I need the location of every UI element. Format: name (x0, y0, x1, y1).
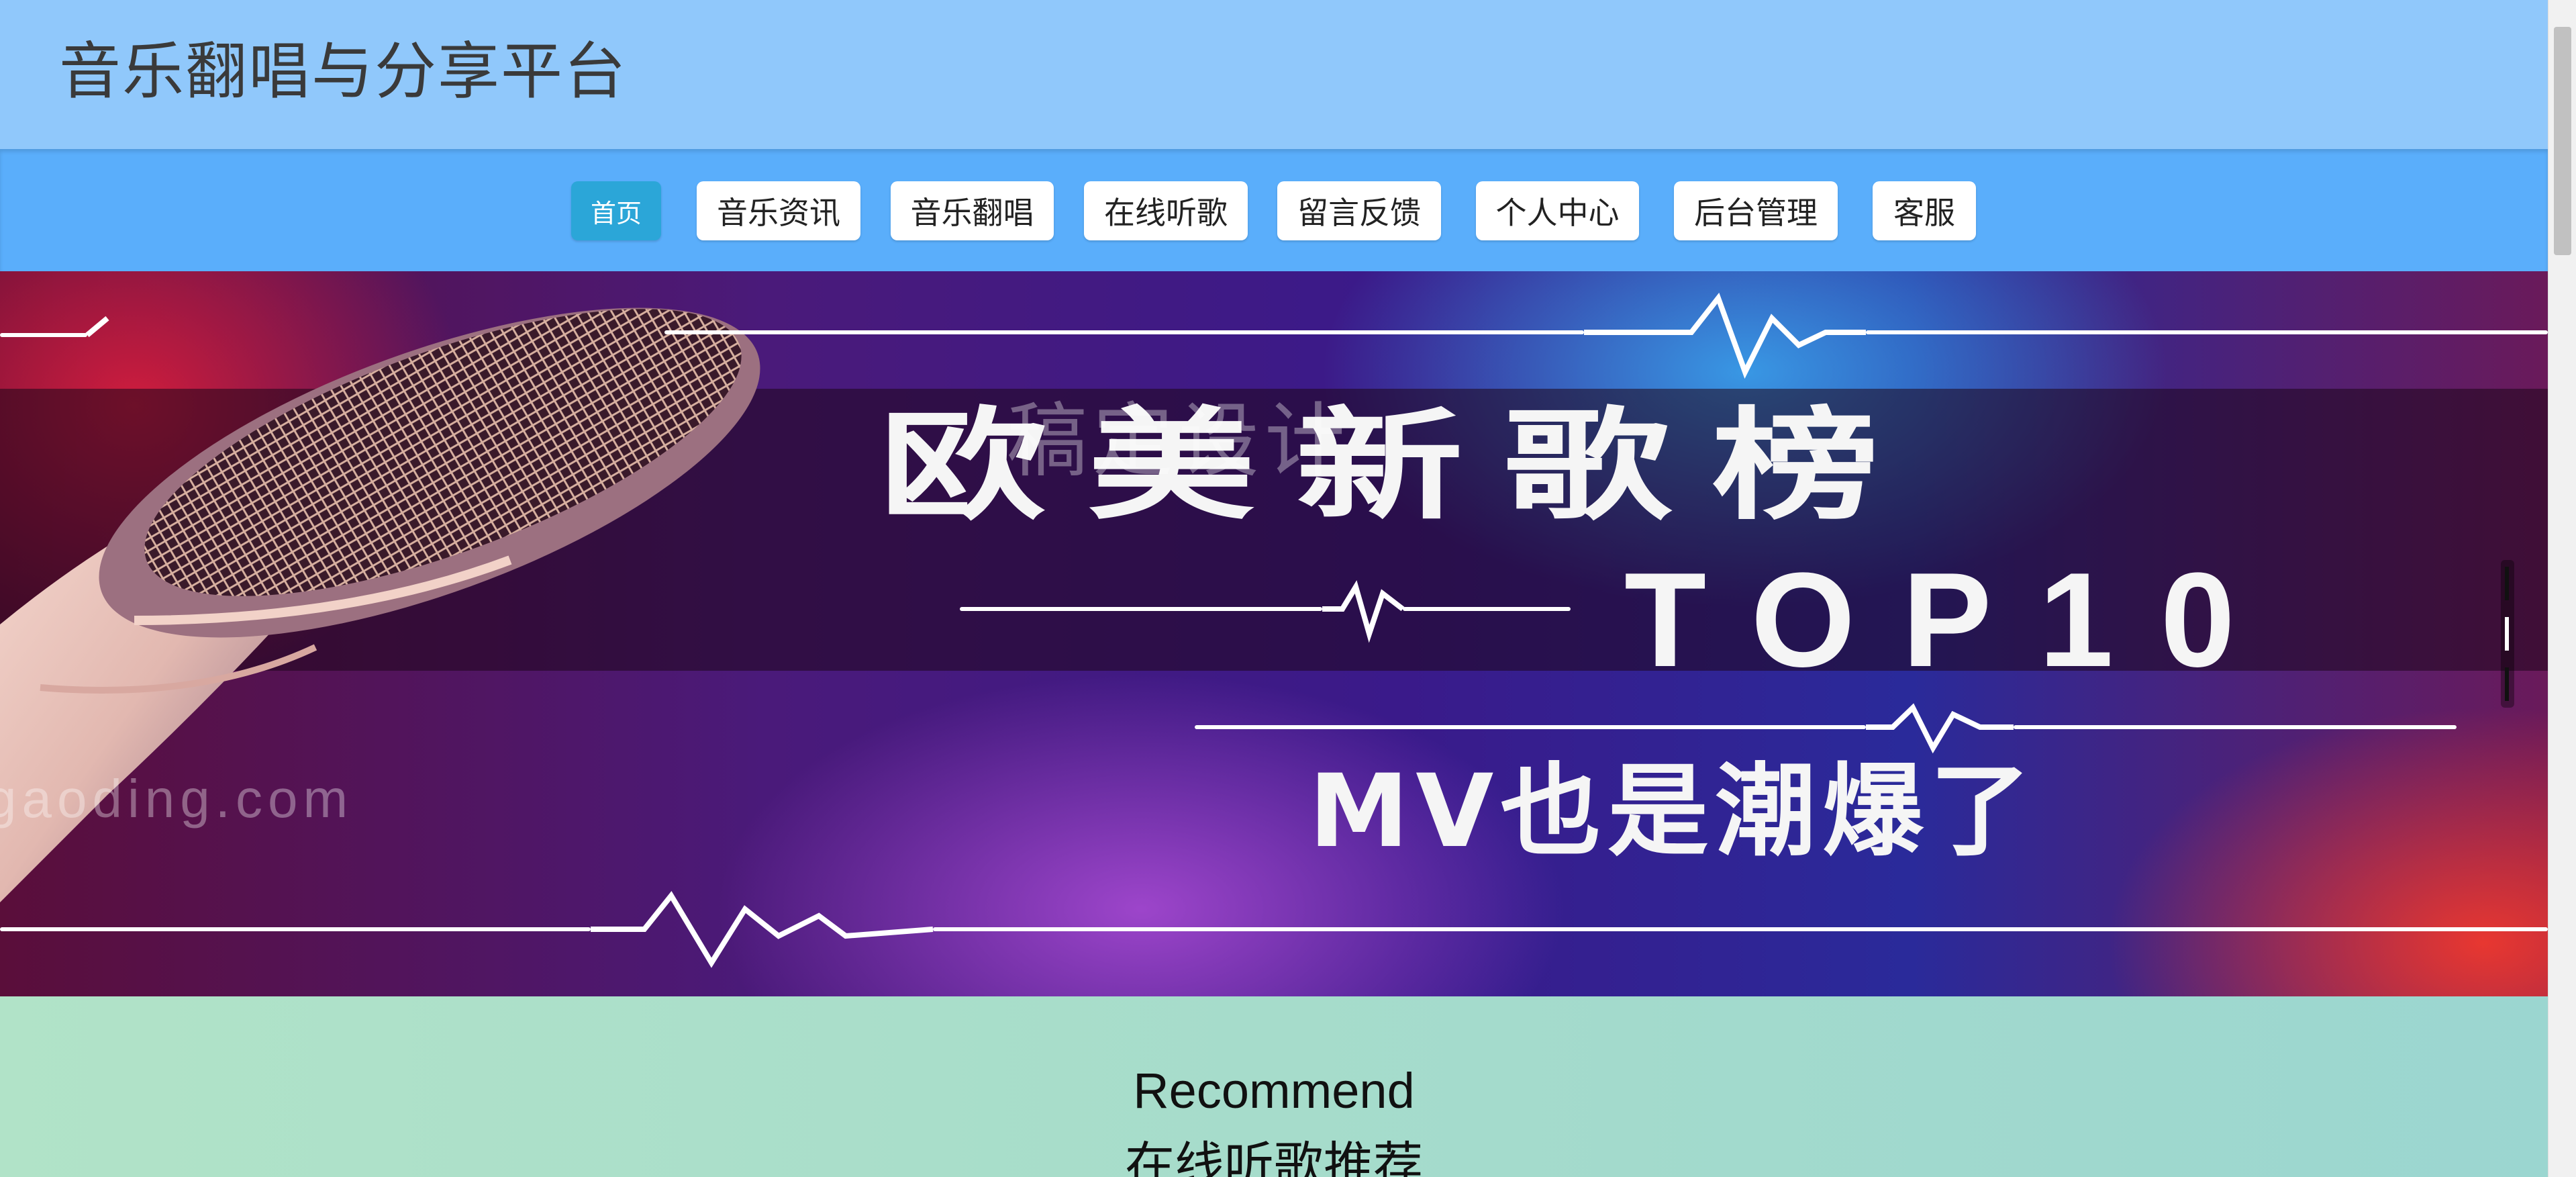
section-title-en: Recommend (1133, 1063, 1415, 1119)
scrollbar-thumb[interactable] (2554, 27, 2571, 255)
nav-item-music-cover[interactable]: 音乐翻唱 (891, 181, 1054, 240)
section-title-cn: 在线听歌推荐 (1125, 1137, 1423, 1177)
banner-watermark: gaoding.com (0, 769, 354, 829)
nav-item-feedback[interactable]: 留言反馈 (1277, 181, 1441, 240)
nav-item-admin[interactable]: 后台管理 (1674, 181, 1838, 240)
vertical-scrollbar[interactable] (2548, 0, 2576, 1177)
banner-subtitle: MV也是潮爆了 (1309, 753, 2038, 870)
carousel-indicators[interactable] (2501, 560, 2514, 708)
banner-carousel[interactable]: 欧美新歌榜 TOP10 MV也是潮爆了 gaoding.com 稿定设计 (0, 271, 2548, 996)
nav-item-customer-service[interactable]: 客服 (1873, 181, 1976, 240)
banner-watermark-cn: 稿定设计 (1007, 396, 1350, 486)
site-header: 音乐翻唱与分享平台 (0, 0, 2548, 149)
nav-bar: 首页 音乐资讯 音乐翻唱 在线听歌 留言反馈 个人中心 后台管理 客服 (0, 149, 2548, 271)
nav-list: 首页 音乐资讯 音乐翻唱 在线听歌 留言反馈 个人中心 后台管理 客服 (0, 149, 2548, 271)
nav-item-online-listen[interactable]: 在线听歌 (1084, 181, 1248, 240)
page: 音乐翻唱与分享平台 首页 音乐资讯 音乐翻唱 在线听歌 留言反馈 个人中心 后台… (0, 0, 2548, 1177)
nav-item-profile[interactable]: 个人中心 (1476, 181, 1639, 240)
carousel-indicator[interactable] (2505, 667, 2509, 701)
carousel-indicator-active[interactable] (2505, 617, 2509, 651)
site-title: 音乐翻唱与分享平台 (59, 36, 628, 107)
banner-top10: TOP10 (1624, 545, 2282, 695)
nav-item-music-news[interactable]: 音乐资讯 (697, 181, 860, 240)
carousel-indicator[interactable] (2505, 567, 2509, 600)
nav-item-home[interactable]: 首页 (571, 181, 661, 240)
